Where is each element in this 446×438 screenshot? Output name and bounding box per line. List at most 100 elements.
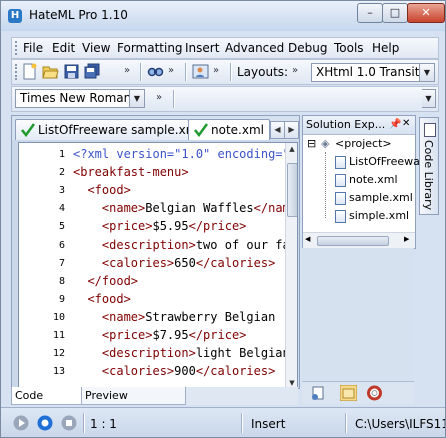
library-icon xyxy=(424,123,436,137)
code-line[interactable]: <?xml version="1.0" encoding="utf-8"?> xyxy=(73,147,297,161)
code-line[interactable]: <price>$5.95</price> xyxy=(73,219,247,233)
tab-listoffreeware[interactable]: ListOfFreeware sample.xml xyxy=(15,119,189,140)
new-document-icon[interactable] xyxy=(21,63,38,80)
preview-icon[interactable] xyxy=(192,63,209,80)
scrollbar-thumb[interactable] xyxy=(317,236,389,246)
application-window: H HateML Pro 1.10 – □ ✕ File Edit View F… xyxy=(0,0,446,438)
code-library-side-tab[interactable]: Code Library xyxy=(419,117,439,215)
tab-preview[interactable]: Preview xyxy=(81,387,186,405)
font-select[interactable]: Times New Roman ▼ xyxy=(15,89,145,108)
xml-file-icon xyxy=(335,174,346,187)
menu-view[interactable]: View xyxy=(80,39,112,57)
line-number: 11 xyxy=(52,330,65,341)
close-button[interactable]: ✕ xyxy=(407,3,445,23)
menu-grip-handle[interactable] xyxy=(15,41,20,55)
menu-tools[interactable]: Tools xyxy=(332,39,366,57)
status-separator xyxy=(83,413,85,433)
save-icon[interactable] xyxy=(63,63,80,80)
toolbar-overflow-chevron-icon[interactable]: » xyxy=(213,63,219,79)
tree-collapse-icon[interactable]: ⊟ xyxy=(307,137,316,150)
view-mode-tabs: Code Preview xyxy=(11,387,298,405)
toolbar-grip-handle[interactable] xyxy=(15,64,20,80)
maximize-button[interactable]: □ xyxy=(382,3,408,23)
line-number: 4 xyxy=(58,203,65,215)
code-line[interactable]: <description>light Belgian xyxy=(73,346,290,360)
chevron-down-icon[interactable]: ▼ xyxy=(422,90,435,107)
menu-insert[interactable]: Insert xyxy=(183,39,221,57)
toolbar-options-dropdown[interactable]: ▼ xyxy=(422,89,436,108)
code-line[interactable]: <food> xyxy=(73,292,130,306)
scroll-left-icon[interactable]: ◀ xyxy=(305,235,310,243)
window-title: HateML Pro 1.10 xyxy=(29,8,128,22)
line-number: 5 xyxy=(58,221,65,233)
xml-file-icon xyxy=(335,192,346,205)
menu-debug[interactable]: Debug xyxy=(286,39,329,57)
tree-project-root[interactable]: <project> xyxy=(335,137,392,150)
save-all-icon[interactable] xyxy=(84,63,101,80)
scroll-up-icon[interactable]: ▲ xyxy=(286,143,297,155)
tab-note-xml[interactable]: note.xml xyxy=(188,119,270,140)
tab-scroll-left-icon[interactable]: ◀ xyxy=(270,121,285,139)
menu-advanced[interactable]: Advanced xyxy=(223,39,286,57)
toolbar-overflow-chevron-icon[interactable]: » xyxy=(292,63,298,79)
chevron-down-icon[interactable]: ▼ xyxy=(129,90,144,107)
minimize-button[interactable]: – xyxy=(357,3,383,23)
find-icon[interactable] xyxy=(147,63,164,80)
title-bar[interactable]: H HateML Pro 1.10 – □ ✕ xyxy=(1,1,445,31)
main-toolbar: » » » Layouts: » XHtml 1.0 Transit ▼ xyxy=(11,59,439,85)
panel-close-icon[interactable]: ✕ xyxy=(402,118,410,129)
vertical-scrollbar[interactable]: ▲ ▼ xyxy=(285,143,297,389)
tree-file-sample[interactable]: sample.xml xyxy=(349,191,413,204)
code-text: Strawberry Belgian xyxy=(145,309,276,324)
toolbar-separator xyxy=(230,63,232,81)
code-text: 650 xyxy=(174,255,196,270)
record-icon[interactable] xyxy=(37,415,53,431)
line-number: 9 xyxy=(58,293,65,305)
menu-edit[interactable]: Edit xyxy=(50,39,77,57)
code-line[interactable]: </food> xyxy=(73,274,138,288)
document-area: ListOfFreeware sample.xml note.xml ◀ ▶ 1… xyxy=(11,115,300,390)
solution-explorer-title: Solution Exp... xyxy=(306,118,386,131)
toolbar-overflow-chevron-icon[interactable]: » xyxy=(156,90,162,106)
open-folder-icon[interactable] xyxy=(42,63,59,80)
help-lifebuoy-icon[interactable] xyxy=(366,385,383,401)
code-line[interactable]: <breakfast-menu> xyxy=(73,165,189,179)
pin-icon[interactable]: 📌 xyxy=(389,119,401,130)
code-tag: </calories> xyxy=(195,255,276,270)
menu-file[interactable]: File xyxy=(21,39,45,57)
tab-code[interactable]: Code xyxy=(11,387,82,405)
code-editor[interactable]: 1 2 3 4 5 6 7 8 9 10 11 12 13 <?xml version="1.0" en… xyxy=(18,142,298,390)
solution-explorer-icon[interactable] xyxy=(340,385,357,401)
code-line[interactable]: <calories>650</calories> xyxy=(73,256,275,270)
toolbar-overflow-chevron-icon[interactable]: » xyxy=(168,63,174,79)
code-line[interactable]: <description>two of our famous xyxy=(73,237,297,252)
code-line[interactable]: <name>Strawberry Belgian xyxy=(73,310,275,324)
menu-help[interactable]: Help xyxy=(370,39,401,57)
scroll-right-icon[interactable]: ▶ xyxy=(404,235,409,243)
code-line[interactable]: <price>$7.95</price> xyxy=(73,328,247,342)
menu-formatting[interactable]: Formatting xyxy=(115,39,185,57)
code-line[interactable]: <food> xyxy=(73,183,131,198)
horizontal-scrollbar[interactable]: ◀ ▶ xyxy=(303,232,415,248)
layout-select[interactable]: XHtml 1.0 Transit ▼ xyxy=(311,63,435,82)
code-line[interactable]: <name>Belgian Waffles</name> xyxy=(73,201,297,215)
play-icon[interactable] xyxy=(13,415,29,431)
toolbar-separator xyxy=(185,63,187,81)
line-number: 13 xyxy=(52,366,65,378)
code-line[interactable]: <calories>900</calories> xyxy=(73,364,275,378)
checkmark-icon xyxy=(21,123,35,137)
scrollbar-thumb[interactable] xyxy=(287,163,297,217)
tree-file-note[interactable]: note.xml xyxy=(349,173,398,186)
status-separator xyxy=(241,413,243,433)
file-explorer-icon[interactable] xyxy=(310,385,327,401)
code-text: two of our famous xyxy=(195,237,297,252)
code-tag: <food> xyxy=(87,183,131,198)
stop-icon[interactable] xyxy=(61,415,77,431)
toolbar-overflow-chevron-icon[interactable]: » xyxy=(124,63,130,79)
tree-file-simple[interactable]: simple.xml xyxy=(349,209,409,222)
tab-scroll-right-icon[interactable]: ▶ xyxy=(284,121,299,139)
chevron-down-icon[interactable]: ▼ xyxy=(419,64,434,81)
